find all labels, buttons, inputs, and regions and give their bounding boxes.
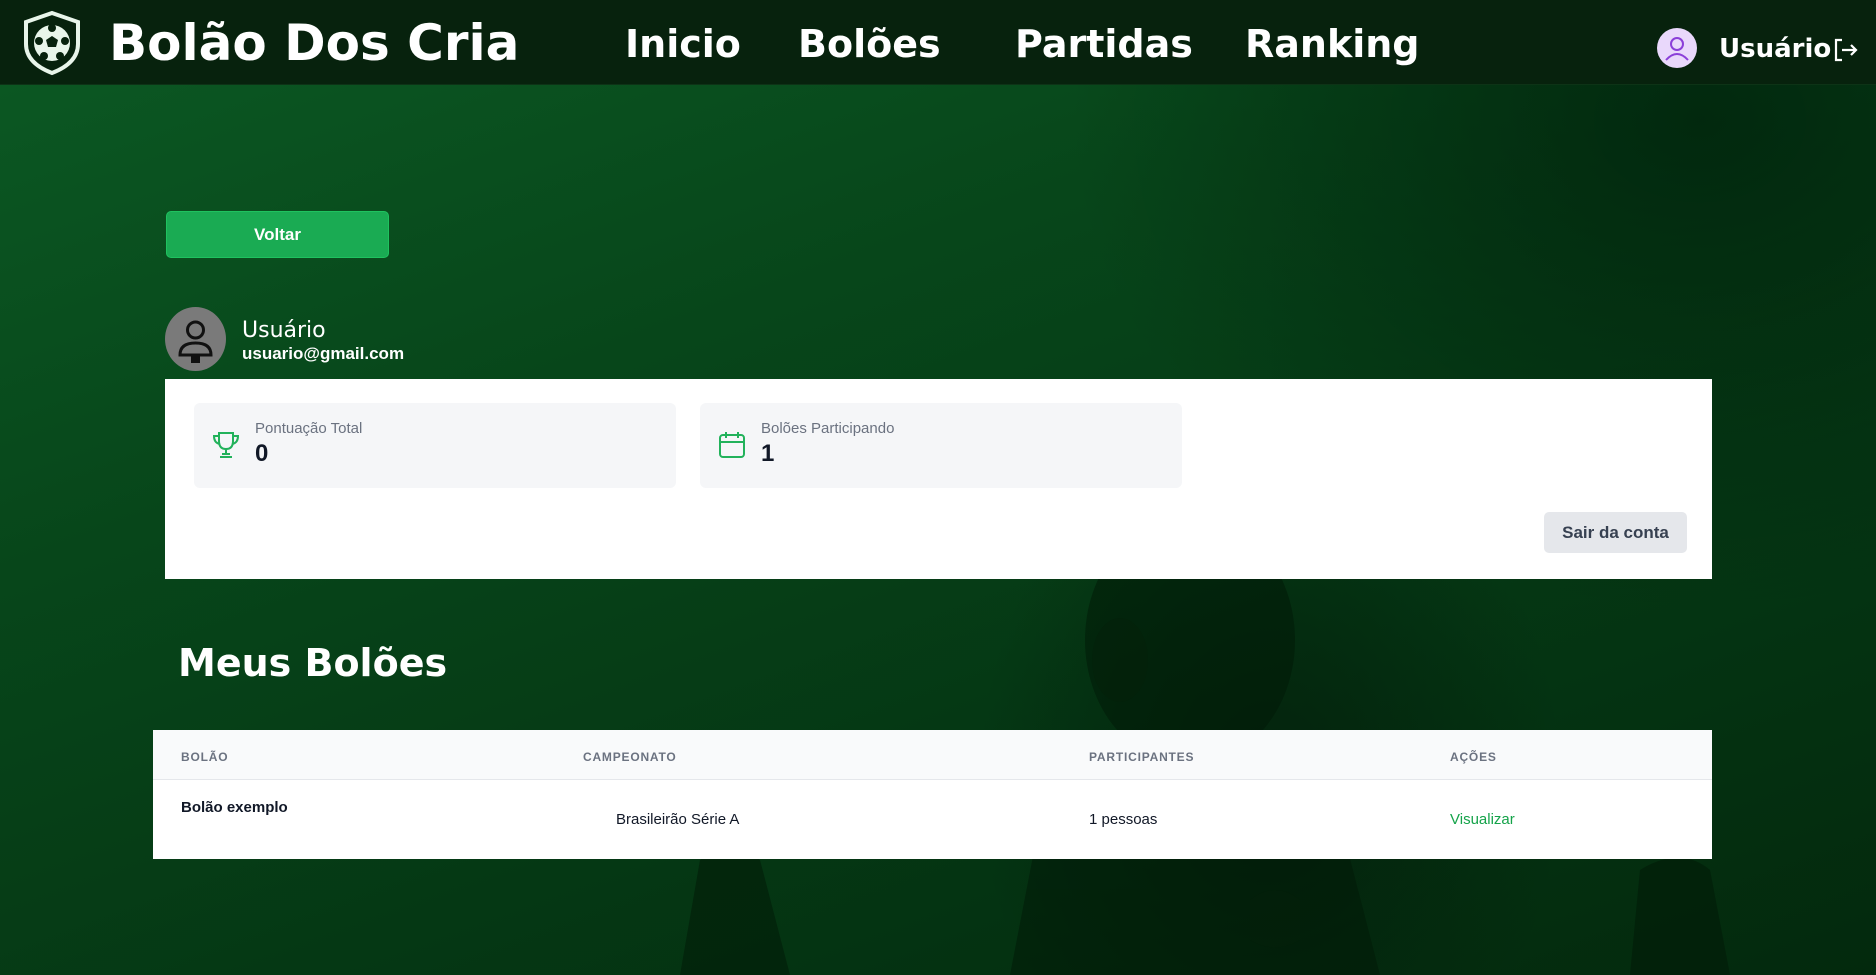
- cell-bolao: Bolão exemplo: [181, 799, 288, 816]
- profile-email: usuario@gmail.com: [242, 344, 405, 363]
- soccer-shield-logo-icon[interactable]: [20, 10, 84, 76]
- stat-label: Pontuação Total: [255, 420, 363, 437]
- table-header: BOLÃO CAMPEONATO PARTICIPANTES AÇÕES: [153, 730, 1712, 780]
- stat-value: 0: [255, 440, 269, 467]
- view-link[interactable]: Visualizar: [1450, 811, 1515, 828]
- logout-icon[interactable]: [1831, 36, 1859, 64]
- stat-total-score: Pontuação Total 0: [194, 403, 676, 488]
- profile-avatar-icon[interactable]: [165, 307, 226, 371]
- header-campeonato: CAMPEONATO: [583, 750, 677, 764]
- nav-partidas[interactable]: Partidas: [1015, 22, 1193, 66]
- back-button[interactable]: Voltar: [166, 211, 389, 258]
- cell-campeonato: Brasileirão Série A: [616, 811, 740, 828]
- sign-out-button[interactable]: Sair da conta: [1544, 512, 1687, 553]
- stat-label: Bolões Participando: [761, 420, 895, 437]
- calendar-icon: [719, 432, 745, 458]
- cell-participantes: 1 pessoas: [1089, 811, 1158, 828]
- header-acoes: AÇÕES: [1450, 750, 1497, 764]
- stat-boloes-participando: Bolões Participando 1: [700, 403, 1182, 488]
- trophy-icon: [212, 432, 240, 458]
- boloes-table: BOLÃO CAMPEONATO PARTICIPANTES AÇÕES Bol…: [153, 730, 1712, 859]
- brand-title[interactable]: Bolão Dos Cria: [109, 14, 519, 72]
- stats-card: Pontuação Total 0 Bolões Participando 1 …: [165, 379, 1712, 579]
- user-name-nav[interactable]: Usuário: [1719, 34, 1831, 64]
- profile-name: Usuário: [242, 318, 326, 343]
- nav-inicio[interactable]: Inicio: [625, 22, 741, 66]
- nav-boloes[interactable]: Bolões: [798, 22, 941, 66]
- header-participantes: PARTICIPANTES: [1089, 750, 1195, 764]
- header-bolao: BOLÃO: [181, 750, 229, 764]
- section-title: Meus Bolões: [178, 641, 448, 685]
- user-avatar-icon[interactable]: [1657, 28, 1697, 68]
- stat-value: 1: [761, 440, 775, 467]
- top-navbar: Bolão Dos Cria Inicio Bolões Partidas Ra…: [0, 0, 1876, 85]
- nav-ranking[interactable]: Ranking: [1245, 22, 1420, 66]
